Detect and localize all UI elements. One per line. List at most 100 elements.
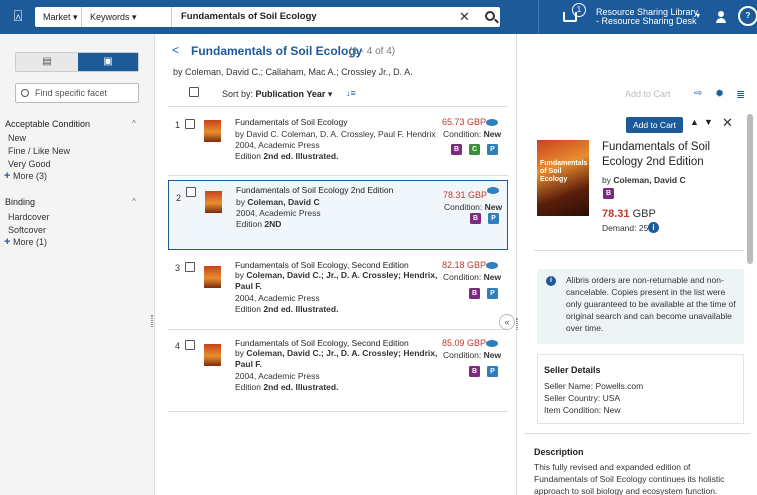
seller-name: Seller Name: Powells.com (544, 381, 644, 391)
item-condition: Item Condition: New (544, 405, 621, 415)
row-author: David C. Coleman, D. A. Crossley, Paul F… (246, 129, 436, 139)
scrollbar[interactable] (747, 114, 753, 264)
next-item-icon[interactable]: ▼ (704, 117, 713, 127)
facet-heading-condition[interactable]: Acceptable Condition (5, 119, 90, 129)
provider-p-icon[interactable]: P (487, 288, 498, 299)
notice-text: Alibris orders are non-returnable and no… (566, 275, 736, 333)
sort-value: Publication Year (255, 89, 326, 99)
add-to-cart-button[interactable]: Add to Cart (626, 117, 683, 133)
edition-prefix: Edition (236, 219, 265, 229)
results-panel: < Fundamentals of Soil Ecology (1 - 4 of… (156, 34, 516, 495)
facet-item-softcover[interactable]: Softcover (8, 225, 46, 235)
result-row[interactable]: 1 Fundamentals of Soil Ecology by David … (168, 113, 508, 173)
row-checkbox[interactable] (185, 119, 195, 129)
export-icon[interactable]: ⇨ (694, 88, 702, 99)
collapse-caret-icon[interactable]: ^ (132, 119, 136, 128)
row-author: Coleman, David C (247, 197, 320, 207)
divider (168, 411, 508, 412)
info-icon[interactable]: i (648, 222, 659, 233)
row-price: 82.18 GBP (442, 260, 486, 270)
facet-panel: ▤ ▣ Find specific facet Acceptable Condi… (0, 34, 155, 495)
panel-splitter[interactable] (151, 315, 153, 327)
bookmark-icon[interactable]: B (451, 144, 462, 155)
help-icon[interactable]: ? (738, 6, 757, 26)
facet-more-binding[interactable]: + More (1) (4, 236, 47, 248)
clear-search-icon[interactable]: ✕ (459, 7, 470, 27)
edition-prefix: Edition (235, 382, 264, 392)
collapse-panel-button[interactable]: « (499, 314, 515, 330)
keywords-dropdown[interactable]: Keywords ▾ (82, 7, 172, 27)
provider-p-icon[interactable]: P (488, 213, 499, 224)
row-condition: Condition: New (443, 129, 501, 139)
bookmark-icon[interactable]: B (603, 188, 614, 199)
bookmark-icon[interactable]: B (469, 288, 480, 299)
result-row-selected[interactable]: 2 Fundamentals of Soil Ecology 2nd Editi… (168, 180, 508, 250)
search-icon[interactable] (485, 11, 495, 21)
row-author-cont: Paul F. (235, 281, 262, 291)
row-edition: 2nd ed. Illustrated. (263, 304, 339, 314)
result-row[interactable]: 4 Fundamentals of Soil Ecology, Second E… (168, 334, 508, 409)
result-row[interactable]: 3 Fundamentals of Soil Ecology, Second E… (168, 256, 508, 326)
search-box: Market ▾ Keywords ▾ Fundamentals of Soil… (35, 7, 500, 27)
row-checkbox[interactable] (185, 340, 195, 350)
bookmark-icon[interactable]: B (469, 366, 480, 377)
row-price: 85.09 GBP (442, 338, 486, 348)
by-prefix: by (602, 175, 614, 185)
condition-label: Condition: (444, 202, 483, 212)
row-edition: 2nd ed. Illustrated. (263, 151, 339, 161)
detail-panel: Add to Cart ⇨ ✹ ≣ Add to Cart ▲ ▼ ✕ Fund… (516, 34, 757, 495)
alibris-icon (486, 340, 498, 347)
facet-item-hardcover[interactable]: Hardcover (8, 212, 50, 222)
facet-item-very-good[interactable]: Very Good (8, 159, 51, 169)
library-selector[interactable]: Resource Sharing Library - Resource Shar… (596, 8, 698, 26)
bookmark-icon[interactable]: B (470, 213, 481, 224)
menu-icon[interactable]: ≣ (736, 88, 745, 101)
row-author-line: by David C. Coleman, D. A. Crossley, Pau… (235, 129, 445, 140)
back-icon[interactable]: < (172, 43, 179, 57)
gear-icon[interactable]: ✹ (715, 87, 724, 100)
edition-prefix: Edition (235, 151, 264, 161)
row-author-cont: Paul F. (235, 359, 262, 369)
row-checkbox[interactable] (185, 262, 195, 272)
row-author-line: by Coleman, David C.; Jr., D. A. Crossle… (235, 270, 445, 281)
previous-item-icon[interactable]: ▲ (690, 117, 699, 127)
row-author-line: by Coleman, David C.; Jr., D. A. Crossle… (235, 348, 445, 359)
row-condition: Condition: New (443, 272, 501, 282)
row-title[interactable]: Fundamentals of Soil Ecology (235, 117, 445, 128)
list-view-button[interactable]: ▤ (16, 53, 78, 71)
condition-label: Condition: (443, 272, 482, 282)
search-input[interactable]: Fundamentals of Soil Ecology (181, 7, 317, 27)
row-checkbox[interactable] (186, 187, 196, 197)
condition-value: New (484, 202, 503, 212)
row-publisher: 2004, Academic Press (235, 140, 320, 150)
panel-splitter[interactable] (516, 318, 518, 330)
results-count: (1 - 4 of 4) (349, 46, 396, 57)
user-icon[interactable] (716, 11, 726, 23)
chevron-down-icon[interactable]: ▾ (696, 11, 700, 20)
alma-logo-icon[interactable]: ⍓ (8, 7, 28, 27)
sort-dropdown[interactable]: Sort by: Publication Year ▾ (222, 89, 332, 100)
provider-p-icon[interactable]: P (487, 144, 498, 155)
cart-count-badge: 1 (572, 3, 586, 17)
facet-item-fine[interactable]: Fine / Like New (8, 146, 70, 156)
provider-p-icon[interactable]: P (487, 366, 498, 377)
facet-heading-binding[interactable]: Binding (5, 197, 35, 207)
detail-price: 78.31 GBP (602, 208, 656, 220)
app-root: ⍓ Market ▾ Keywords ▾ Fundamentals of So… (0, 0, 757, 495)
sort-order-icon[interactable]: ↓≡ (346, 88, 356, 98)
select-all-checkbox[interactable] (189, 87, 199, 97)
cart-add-icon[interactable]: C (469, 144, 480, 155)
condition-value: New (483, 350, 502, 360)
market-dropdown[interactable]: Market ▾ (35, 7, 82, 27)
description-heading: Description (534, 447, 584, 457)
row-author-line: by Coleman, David C (236, 197, 446, 208)
facet-item-new[interactable]: New (8, 133, 26, 143)
facet-more-condition[interactable]: + More (3) (4, 170, 47, 182)
grid-view-button[interactable]: ▣ (78, 53, 138, 71)
condition-value: New (483, 129, 502, 139)
close-icon[interactable]: ✕ (722, 115, 733, 131)
view-toggle: ▤ ▣ (15, 52, 139, 72)
row-title[interactable]: Fundamentals of Soil Ecology 2nd Edition (236, 185, 446, 196)
facet-search-input[interactable]: Find specific facet (15, 83, 139, 103)
collapse-caret-icon[interactable]: ^ (132, 197, 136, 206)
